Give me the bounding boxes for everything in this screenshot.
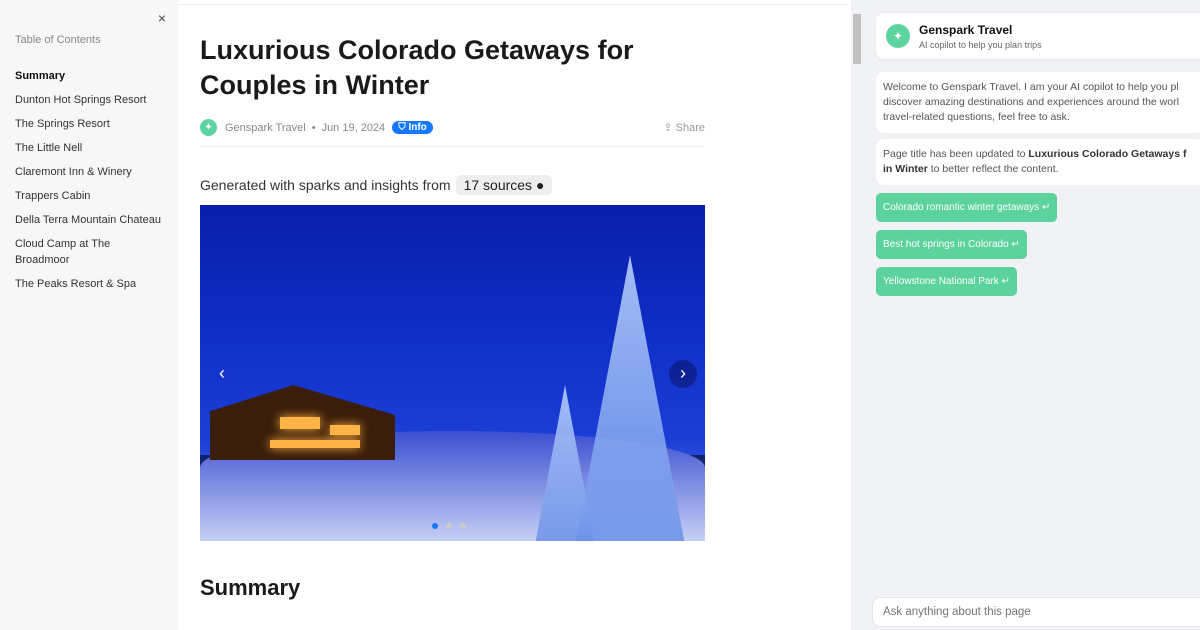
suggestion-chip[interactable]: Best hot springs in Colorado ↵ <box>876 230 1027 259</box>
generated-note: Generated with sparks and insights from … <box>200 175 705 195</box>
toc-item[interactable]: Cloud Camp at The Broadmoor <box>15 236 163 268</box>
sources-icon: ● <box>535 177 545 193</box>
cabin <box>210 385 395 460</box>
article-meta: ✦ Genspark Travel • Jun 19, 2024 ⛉ Info … <box>200 119 705 147</box>
separator: • <box>311 121 316 134</box>
image-carousel: ‹ › <box>200 205 705 541</box>
share-label: Share <box>675 122 705 134</box>
generated-text: Generated with sparks and insights from <box>200 177 451 193</box>
toc-item[interactable]: Trappers Cabin <box>15 188 163 204</box>
carousel-dots <box>432 523 466 529</box>
suggestion-chip[interactable]: Yellowstone National Park ↵ <box>876 267 1017 296</box>
date: Jun 19, 2024 <box>321 121 386 134</box>
next-slide-button[interactable]: › <box>669 360 697 388</box>
message-bold: Luxurious Colorado Getaways f <box>1028 148 1187 160</box>
author: Genspark Travel <box>225 121 306 134</box>
message-bold: in Winter <box>883 163 928 175</box>
share-button[interactable]: ⇪ Share <box>663 121 705 134</box>
share-icon: ⇪ <box>663 122 676 134</box>
message-line: Welcome to Genspark Travel. I am your AI… <box>883 81 1179 93</box>
copilot-panel: ✦ Genspark Travel AI copilot to help you … <box>851 0 1200 630</box>
message-text: to better reflect the content. <box>927 163 1059 175</box>
info-label: Info <box>408 122 427 133</box>
toc-item[interactable]: The Little Nell <box>15 140 163 156</box>
toc-item[interactable]: Dunton Hot Springs Resort <box>15 92 163 108</box>
sources-label: 17 sources <box>463 177 533 193</box>
sparkle-icon: ✦ <box>886 24 910 48</box>
toc-item[interactable]: Summary <box>15 68 163 84</box>
toc-item[interactable]: Della Terra Mountain Chateau <box>15 212 163 228</box>
message-text: Page title has been updated to <box>883 148 1029 160</box>
author-avatar: ✦ <box>200 119 217 136</box>
suggestion-chip[interactable]: Colorado romantic winter getaways ↵ <box>876 193 1058 222</box>
page-title: Luxurious Colorado Getaways for Couples … <box>200 35 634 100</box>
sources-button[interactable]: 17 sources ● <box>455 175 553 195</box>
toc-item[interactable]: The Springs Resort <box>15 116 163 132</box>
copilot-header: ✦ Genspark Travel AI copilot to help you … <box>876 13 1200 59</box>
toc-item[interactable]: Claremont Inn & Winery <box>15 164 163 180</box>
toc-heading: Table of Contents <box>15 34 101 46</box>
carousel-dot[interactable] <box>446 523 452 529</box>
message-line: discover amazing destinations and experi… <box>883 96 1179 108</box>
copilot-subtitle: AI copilot to help you plan trips <box>919 39 1042 50</box>
welcome-message: Welcome to Genspark Travel. I am your AI… <box>876 72 1200 133</box>
carousel-dot[interactable] <box>460 523 466 529</box>
close-icon[interactable]: × <box>158 10 166 26</box>
scrollbar[interactable] <box>853 14 861 64</box>
shield-icon: ⛉ <box>398 122 409 133</box>
divider <box>178 4 848 5</box>
update-message: Page title has been updated to Luxurious… <box>876 139 1200 185</box>
toc-item[interactable]: The Peaks Resort & Spa <box>15 276 163 292</box>
prev-slide-button[interactable]: ‹ <box>208 360 236 388</box>
lit-tree <box>575 255 685 541</box>
table-of-contents: × Table of Contents Summary Dunton Hot Sp… <box>0 0 178 630</box>
ask-input[interactable] <box>872 597 1200 627</box>
info-badge[interactable]: ⛉ Info <box>392 121 433 134</box>
carousel-dot[interactable] <box>432 523 438 529</box>
section-heading: Summary <box>200 575 301 600</box>
message-line: travel-related questions, feel free to a… <box>883 111 1070 123</box>
copilot-title: Genspark Travel <box>919 22 1013 37</box>
article: Luxurious Colorado Getaways for Couples … <box>178 0 848 601</box>
